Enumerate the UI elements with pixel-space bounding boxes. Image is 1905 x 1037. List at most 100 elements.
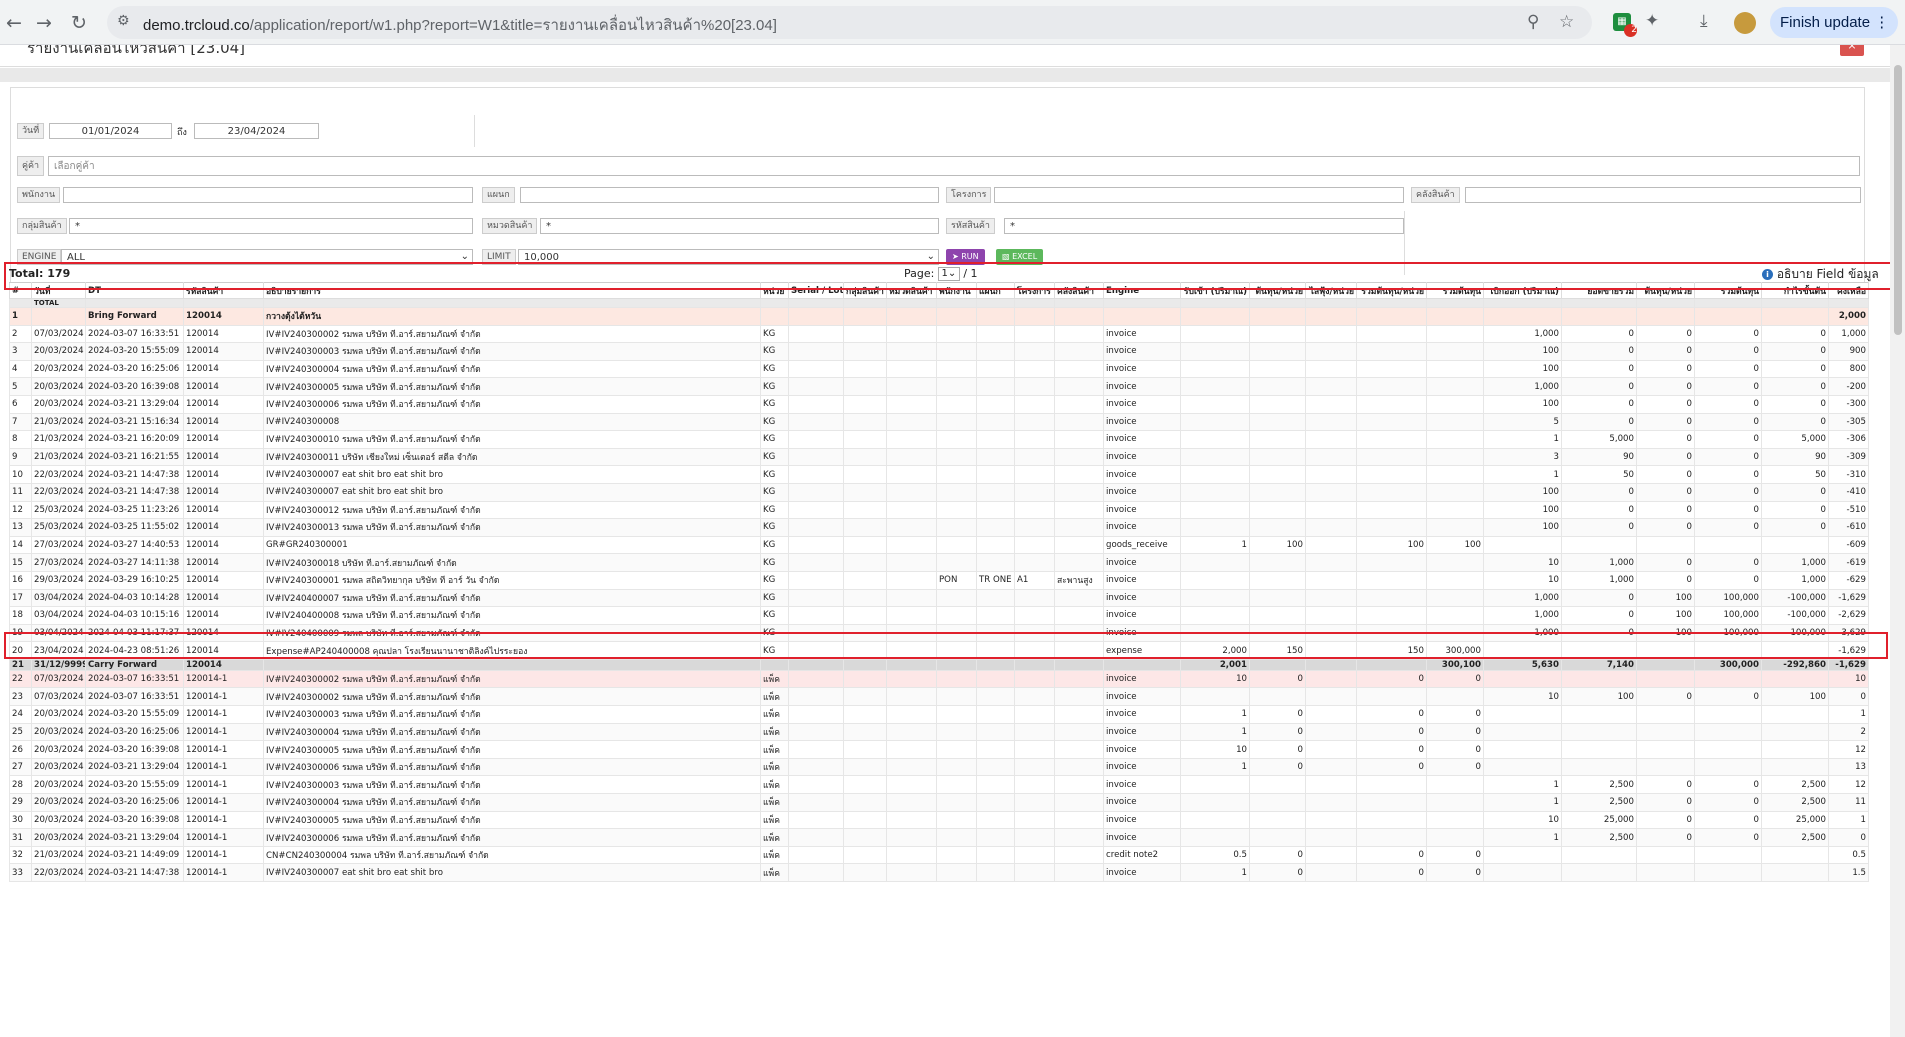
column-header[interactable]: กลุ่มสินค้า bbox=[843, 282, 887, 299]
column-header[interactable]: Engine bbox=[1103, 282, 1181, 299]
table-row[interactable]: 3 20/03/2024 2024-03-20 15:55:09 120014 IV#I… bbox=[9, 342, 1869, 361]
table-row[interactable]: 24 20/03/2024 2024-03-20 15:55:09 120014-1 I… bbox=[9, 705, 1869, 724]
table-row[interactable]: 30 20/03/2024 2024-03-20 16:39:08 120014-1 I… bbox=[9, 810, 1869, 830]
column-header[interactable]: กำไรขั้นต้น bbox=[1761, 282, 1829, 299]
table-row[interactable]: 16 29/03/2024 2024-03-29 16:10:25 120014 IV#… bbox=[9, 570, 1869, 590]
table-row[interactable]: 20 23/04/2024 2024-04-23 08:51:26 120014 Exp… bbox=[9, 641, 1869, 660]
column-header[interactable]: หน่วย bbox=[760, 282, 789, 299]
table-row[interactable]: 28 20/03/2024 2024-03-20 15:55:09 120014-1 I… bbox=[9, 775, 1869, 795]
column-header[interactable]: โครงการ bbox=[1014, 282, 1055, 299]
table-row[interactable]: 33 22/03/2024 2024-03-21 14:47:38 120014-1 I… bbox=[9, 863, 1869, 882]
date-from-input[interactable]: 01/01/2024 bbox=[49, 123, 172, 139]
column-header[interactable]: ต้นทุน/หน่วย bbox=[1636, 282, 1695, 299]
bring-forward-row[interactable]: 1 Bring Forward 120014 กวางตุ้งไต้หวัน 2,000 bbox=[9, 307, 1869, 326]
dept-input[interactable] bbox=[520, 187, 939, 203]
engine-select[interactable]: ALL ⌄ bbox=[61, 249, 473, 265]
table-cell bbox=[976, 810, 1015, 830]
table-row[interactable]: 23 07/03/2024 2024-03-07 16:33:51 120014-1 I… bbox=[9, 687, 1869, 707]
staff-input[interactable] bbox=[63, 187, 473, 203]
column-header[interactable]: รับเข้า (ปริมาณ) bbox=[1180, 282, 1250, 299]
table-row[interactable]: 8 21/03/2024 2024-03-21 16:20:09 120014 IV#I… bbox=[9, 430, 1869, 449]
table-row[interactable]: 13 25/03/2024 2024-03-25 11:55:02 120014 IV#… bbox=[9, 518, 1869, 537]
run-button[interactable]: ➤ RUN bbox=[946, 249, 985, 265]
close-button[interactable]: × bbox=[1840, 45, 1864, 56]
table-row[interactable]: 10 22/03/2024 2024-03-21 14:47:38 120014 IV#… bbox=[9, 465, 1869, 484]
site-settings-icon[interactable]: ⚙ bbox=[117, 13, 130, 29]
column-header[interactable]: ต้นทุน/หน่วย bbox=[1249, 282, 1306, 299]
table-row[interactable]: 12 25/03/2024 2024-03-25 11:23:26 120014 IV#… bbox=[9, 500, 1869, 520]
category-input[interactable]: * bbox=[540, 218, 939, 234]
reload-icon[interactable]: ↻ bbox=[65, 9, 93, 37]
table-row[interactable]: 4 20/03/2024 2024-03-20 16:25:06 120014 IV#I… bbox=[9, 359, 1869, 379]
table-cell: 22/03/2024 bbox=[31, 465, 86, 484]
column-header[interactable]: พนักงาน bbox=[936, 282, 977, 299]
column-header[interactable]: คงเหลือ bbox=[1828, 282, 1869, 299]
table-row[interactable]: 25 20/03/2024 2024-03-20 16:25:06 120014-1 I… bbox=[9, 722, 1869, 742]
date-to-input[interactable]: 23/04/2024 bbox=[194, 123, 319, 139]
column-header[interactable]: รวมต้นทุน/หน่วย bbox=[1356, 282, 1427, 299]
column-header[interactable]: รวมต้นทุน bbox=[1426, 282, 1484, 299]
table-row[interactable]: 14 27/03/2024 2024-03-27 14:40:53 120014 GR#… bbox=[9, 535, 1869, 555]
table-cell: -1,629 bbox=[1828, 658, 1869, 671]
table-row[interactable]: 22 07/03/2024 2024-03-07 16:33:51 120014-1 I… bbox=[9, 669, 1869, 689]
table-row[interactable]: 15 27/03/2024 2024-03-27 14:11:38 120014 IV#… bbox=[9, 553, 1869, 572]
table-row[interactable]: 6 20/03/2024 2024-03-21 13:29:04 120014 IV#I… bbox=[9, 394, 1869, 414]
table-row[interactable]: 27 20/03/2024 2024-03-21 13:29:04 120014-1 I… bbox=[9, 757, 1869, 777]
column-header[interactable]: อธิบายรายการ bbox=[263, 282, 761, 299]
table-row[interactable]: 19 03/04/2024 2024-04-03 11:17:37 120014 IV#… bbox=[9, 623, 1869, 643]
address-bar[interactable]: ⚙ demo.trcloud.co/application/report/w1.… bbox=[107, 6, 1592, 39]
page-select[interactable]: 1⌄ bbox=[937, 267, 960, 281]
table-row[interactable]: 5 20/03/2024 2024-03-20 16:39:08 120014 IV#I… bbox=[9, 377, 1869, 396]
product-code-input[interactable]: * bbox=[1004, 218, 1404, 234]
profile-avatar[interactable] bbox=[1734, 12, 1756, 34]
column-header[interactable]: แผนก bbox=[976, 282, 1015, 299]
page-scrollbar[interactable] bbox=[1890, 45, 1905, 1037]
table-row[interactable]: 7 21/03/2024 2024-03-21 15:16:34 120014 IV#I… bbox=[9, 412, 1869, 432]
table-cell bbox=[936, 658, 977, 671]
customer-input[interactable]: เลือกคู่ค้า bbox=[48, 156, 1860, 176]
table-row[interactable]: 29 20/03/2024 2024-03-20 16:25:06 120014-1 I… bbox=[9, 793, 1869, 812]
table-row[interactable]: 31 20/03/2024 2024-03-21 13:29:04 120014-1 I… bbox=[9, 828, 1869, 847]
table-row[interactable]: 2 07/03/2024 2024-03-07 16:33:51 120014 IV#I… bbox=[9, 324, 1869, 344]
table-cell: 21/03/2024 bbox=[31, 447, 86, 467]
table-cell: 23 bbox=[9, 687, 32, 707]
extensions-puzzle-icon[interactable]: ✦ bbox=[1645, 11, 1659, 31]
column-header[interactable]: รวมต้นทุน bbox=[1694, 282, 1762, 299]
extension-badge-icon[interactable]: ▦ 2 bbox=[1613, 13, 1637, 37]
finish-update-button[interactable]: Finish update ⋮ bbox=[1770, 7, 1898, 38]
table-row[interactable]: 18 03/04/2024 2024-04-03 10:15:16 120014 IV#… bbox=[9, 606, 1869, 625]
forward-icon[interactable]: → bbox=[30, 9, 58, 37]
table-row[interactable]: 17 03/04/2024 2024-04-03 10:14:28 120014 IV#… bbox=[9, 588, 1869, 608]
table-row[interactable]: 26 20/03/2024 2024-03-20 16:39:08 120014-1 I… bbox=[9, 740, 1869, 759]
zoom-icon[interactable]: ⚲ bbox=[1527, 12, 1539, 32]
column-header[interactable]: # bbox=[9, 282, 32, 299]
column-header[interactable]: วันที่ bbox=[31, 282, 86, 299]
column-header[interactable]: ยอดขายรวม bbox=[1561, 282, 1637, 299]
excel-button[interactable]: ▧ EXCEL bbox=[996, 249, 1044, 265]
column-header[interactable]: คลังสินค้า bbox=[1054, 282, 1104, 299]
table-row[interactable]: 32 21/03/2024 2024-03-21 14:49:09 120014-1 C… bbox=[9, 845, 1869, 865]
limit-select[interactable]: 10,000 ⌄ bbox=[518, 249, 939, 265]
table-cell bbox=[843, 588, 887, 608]
warehouse-input[interactable] bbox=[1465, 187, 1861, 203]
scrollbar-thumb[interactable] bbox=[1894, 65, 1902, 335]
column-header[interactable]: ไลฟุ้ง/หน่วย bbox=[1305, 282, 1357, 299]
column-header[interactable]: เบิกออก (ปริมาณ) bbox=[1483, 282, 1562, 299]
table-row[interactable]: 9 21/03/2024 2024-03-21 16:21:55 120014 IV#I… bbox=[9, 447, 1869, 467]
table-cell bbox=[1426, 810, 1484, 830]
table-cell bbox=[1636, 641, 1695, 660]
back-icon[interactable]: ← bbox=[0, 9, 28, 37]
product-group-input[interactable]: * bbox=[69, 218, 473, 234]
column-header[interactable]: รหัสสินค้า bbox=[183, 282, 264, 299]
project-input[interactable] bbox=[994, 187, 1404, 203]
table-cell bbox=[1180, 553, 1250, 572]
download-icon[interactable]: ⤓ bbox=[1700, 11, 1708, 31]
carry-forward-row[interactable]: 21 31/12/9999 Carry Forward 120014 2,001 300,… bbox=[9, 658, 1869, 671]
bookmark-star-icon[interactable]: ☆ bbox=[1559, 12, 1574, 32]
column-header[interactable]: DT bbox=[85, 282, 184, 299]
table-cell bbox=[1426, 500, 1484, 520]
column-header[interactable]: หมวดสินค้า bbox=[886, 282, 937, 299]
menu-kebab-icon[interactable]: ⋮ bbox=[1874, 14, 1889, 31]
column-header[interactable]: Serial / Lot bbox=[788, 282, 844, 299]
table-row[interactable]: 11 22/03/2024 2024-03-21 14:47:38 120014 IV#… bbox=[9, 482, 1869, 502]
